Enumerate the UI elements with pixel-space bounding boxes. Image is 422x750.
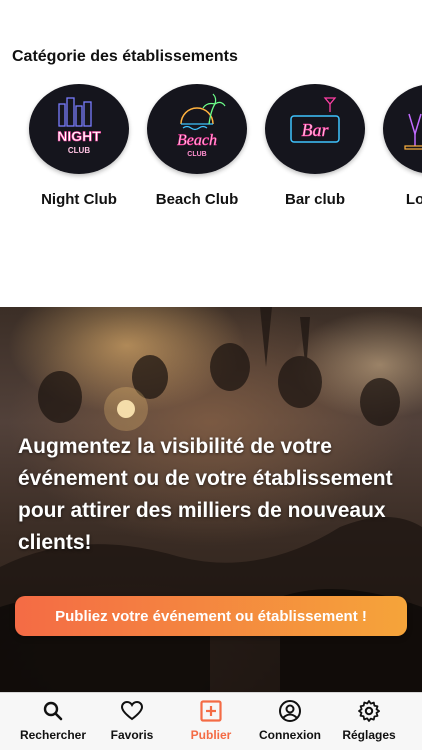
lounge-logo xyxy=(383,84,422,174)
category-bar-club[interactable]: Bar Bar club xyxy=(260,84,370,208)
svg-text:CLUB: CLUB xyxy=(68,146,90,155)
tab-rechercher[interactable]: Rechercher xyxy=(11,693,95,750)
gear-icon xyxy=(357,699,381,723)
category-beach-club[interactable]: Beach CLUB Beach Club xyxy=(142,84,252,208)
category-night-club[interactable]: NIGHT CLUB Night Club xyxy=(24,84,134,208)
category-label: Lounge xyxy=(405,191,422,208)
tab-label: Réglages xyxy=(342,728,396,742)
svg-text:Bar: Bar xyxy=(302,120,330,140)
bottom-tab-bar: Rechercher Favoris Publier Connexion Rég… xyxy=(0,692,422,750)
tab-reglages[interactable]: Réglages xyxy=(327,693,411,750)
category-lounge[interactable]: Lounge xyxy=(378,84,422,208)
tab-label: Rechercher xyxy=(19,728,87,742)
beach-club-logo: Beach CLUB xyxy=(147,84,247,174)
promo-banner: Augmentez la visibilité de votre événeme… xyxy=(0,307,422,692)
tab-label: Favoris xyxy=(110,728,154,742)
bar-club-logo: Bar xyxy=(265,84,365,174)
tab-publier[interactable]: Publier xyxy=(169,693,253,750)
tab-label: Connexion xyxy=(259,728,321,742)
heart-icon xyxy=(120,699,144,723)
svg-text:NIGHT: NIGHT xyxy=(57,128,101,144)
plus-square-icon xyxy=(199,699,223,723)
promo-headline: Augmentez la visibilité de votre événeme… xyxy=(18,435,393,554)
night-club-logo: NIGHT CLUB xyxy=(29,84,129,174)
category-label: Beach Club xyxy=(155,191,239,208)
tab-connexion[interactable]: Connexion xyxy=(248,693,332,750)
category-carousel[interactable]: NIGHT CLUB Night Club Beach CLUB Beach C… xyxy=(0,84,422,214)
user-circle-icon xyxy=(278,699,302,723)
svg-text:CLUB: CLUB xyxy=(187,151,206,158)
section-title: Catégorie des établissements xyxy=(12,48,238,65)
svg-text:Beach: Beach xyxy=(177,132,217,149)
category-label: Night Club xyxy=(41,191,117,208)
category-label: Bar club xyxy=(284,191,345,208)
tab-label: Publier xyxy=(190,728,232,742)
publish-cta-button[interactable]: Publiez votre événement ou établissement… xyxy=(15,596,407,636)
search-icon xyxy=(41,699,65,723)
tab-favoris[interactable]: Favoris xyxy=(90,693,174,750)
